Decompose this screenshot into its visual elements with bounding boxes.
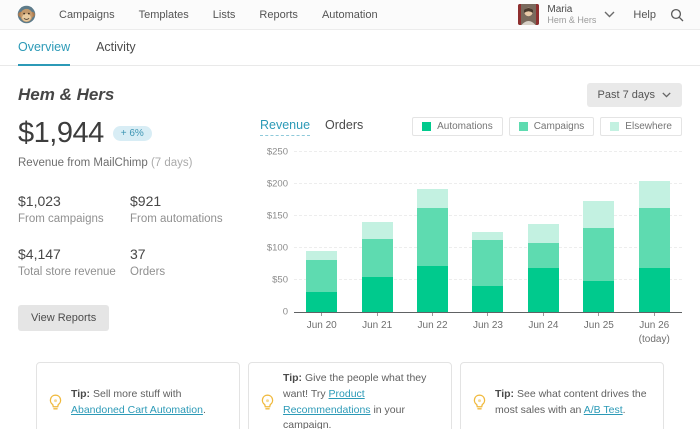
nav-item-lists[interactable]: Lists [213,9,236,21]
bar-segment-campaigns[interactable] [638,207,670,269]
user-name: Maria [547,3,573,15]
top-nav: Campaigns Templates Lists Reports Automa… [0,0,700,30]
bar-jun-23[interactable] [460,152,515,312]
bar-segment-elsewhere[interactable] [527,224,559,243]
campaigns-swatch [518,122,528,131]
y-axis-tick-label: $250 [266,146,288,158]
nav-item-campaigns[interactable]: Campaigns [59,9,115,21]
chart-tab-orders[interactable]: Orders [325,118,363,136]
page-tabs: Overview Activity [0,30,700,66]
chart-plot: $250 $200 $150 $100 $50 0 [267,147,682,318]
chart-y-axis: $250 $200 $150 $100 $50 0 [260,147,288,318]
primary-revenue-label: Revenue from MailChimp (7 days) [18,157,193,169]
stat-orders: 37 Orders [130,246,166,278]
user-avatar[interactable] [518,4,540,25]
bar-segment-campaigns[interactable] [417,207,449,266]
bar-segment-elsewhere[interactable] [583,200,615,228]
bar-jun-20[interactable] [294,152,349,312]
bar-segment-elsewhere[interactable] [417,188,449,208]
bar-segment-elsewhere[interactable] [306,250,338,261]
stats-panel: $1,944 + 6% Revenue from MailChimp (7 da… [18,117,246,346]
bar-jun-21[interactable] [349,152,404,312]
tab-activity[interactable]: Activity [96,30,136,66]
date-range-dropdown[interactable]: Past 7 days [586,83,682,107]
user-menu[interactable]: Maria Hem & Hers [547,4,596,26]
automations-swatch [422,122,432,131]
bar-segment-campaigns[interactable] [583,227,615,281]
x-axis-label: Jun 23 [460,313,515,346]
help-link[interactable]: Help [633,9,656,21]
nav-item-automation[interactable]: Automation [322,9,378,21]
legend-campaigns[interactable]: Campaigns [508,117,595,136]
y-axis-tick-label: $150 [266,210,288,222]
stat-from-campaigns: $1,023 From campaigns [18,193,104,225]
tip-text: Tip: Give the people what they want! Try… [283,372,427,429]
y-axis-tick-label: 0 [282,306,288,318]
y-axis-tick-label: $100 [266,242,288,254]
date-range-label: Past 7 days [597,89,655,101]
bar-jun-25[interactable] [571,152,626,312]
x-axis-label: Jun 22 [405,313,460,346]
search-icon[interactable] [670,8,684,22]
x-axis-label: Jun 21 [349,313,404,346]
nav-item-reports[interactable]: Reports [259,9,298,21]
bar-segment-automations[interactable] [638,268,670,312]
bar-segment-campaigns[interactable] [306,260,338,292]
tip-card-abandoned-cart: Tip: Sell more stuff with Abandoned Cart… [36,362,240,429]
y-axis-tick-label: $200 [266,178,288,190]
bar-jun-24[interactable] [516,152,571,312]
bar-segment-automations[interactable] [306,291,338,312]
chart-legend: Automations Campaigns Elsewhere [412,117,682,136]
y-axis-tick-label: $50 [272,274,288,286]
tab-overview[interactable]: Overview [18,30,71,66]
x-axis-label: Jun 20 [294,313,349,346]
lightbulb-icon [473,393,486,409]
revenue-chart: $250 $200 $150 $100 $50 0 Jun 20 Jun 21 Jun 22 J… [260,147,682,346]
tip-card-ab-test: Tip: See what content drives the most sa… [460,362,664,429]
primary-revenue-value: $1,944 [18,117,104,149]
chart-panel: Revenue Orders Automations Campaigns Els… [246,117,682,346]
bar-jun-26[interactable] [627,152,682,312]
x-axis-label: Jun 24 [516,313,571,346]
view-reports-button[interactable]: View Reports [18,305,110,331]
tip-card-product-recommendations: Tip: Give the people what they want! Try… [248,362,452,429]
nav-item-templates[interactable]: Templates [139,9,189,21]
x-axis-label: Jun 25 [571,313,626,346]
chevron-down-icon[interactable] [604,11,615,18]
x-axis-label: Jun 26 (today) [627,313,682,346]
main-nav-items: Campaigns Templates Lists Reports Automa… [59,9,378,21]
bar-segment-campaigns[interactable] [527,242,559,268]
bar-segment-automations[interactable] [583,280,615,312]
bar-segment-elsewhere[interactable] [472,232,504,241]
tip-text: Tip: See what content drives the most sa… [495,387,647,416]
bar-segment-automations[interactable] [472,285,504,312]
bar-segment-automations[interactable] [527,267,559,312]
bar-segment-automations[interactable] [417,265,449,312]
bar-segment-campaigns[interactable] [472,240,504,286]
ab-test-link[interactable]: A/B Test [584,404,623,416]
user-account: Hem & Hers [547,15,597,26]
mailchimp-logo-icon[interactable] [16,4,37,25]
stat-from-automations: $921 From automations [130,193,223,225]
lightbulb-icon [261,393,274,409]
bar-segment-elsewhere[interactable] [638,180,670,208]
page-title: Hem & Hers [18,85,115,104]
lightbulb-icon [49,393,62,409]
chart-tab-revenue[interactable]: Revenue [260,118,311,136]
legend-elsewhere[interactable]: Elsewhere [600,117,682,136]
legend-automations[interactable]: Automations [412,117,503,136]
chevron-down-icon [662,92,671,98]
elsewhere-swatch [610,122,620,131]
bar-segment-elsewhere[interactable] [361,221,393,240]
revenue-delta-badge: + 6% [112,126,152,141]
stat-total-store-revenue: $4,147 Total store revenue [18,246,116,278]
tips-row: Tip: Sell more stuff with Abandoned Cart… [36,362,664,429]
tip-text: Tip: Sell more stuff with Abandoned Cart… [71,387,206,416]
chart-x-labels: Jun 20 Jun 21 Jun 22 Jun 23 Jun 24 Jun 25 Jun … [294,313,682,346]
bar-segment-automations[interactable] [361,276,393,312]
bar-segment-campaigns[interactable] [361,239,393,277]
abandoned-cart-automation-link[interactable]: Abandoned Cart Automation [71,404,203,416]
bar-jun-22[interactable] [405,152,460,312]
